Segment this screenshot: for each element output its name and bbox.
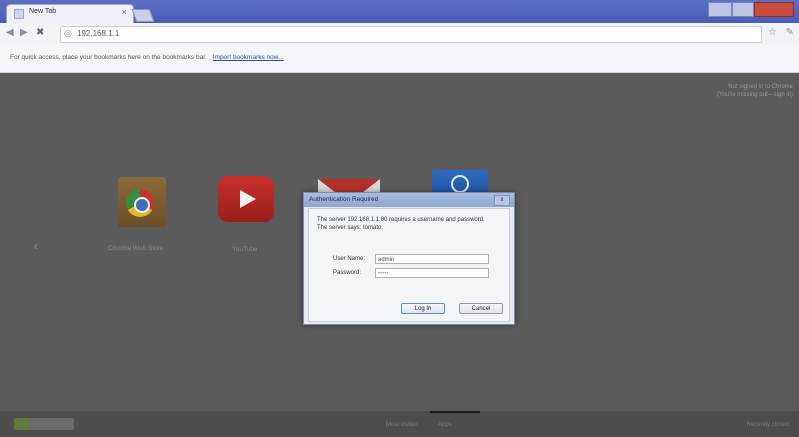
page-icon (14, 9, 24, 19)
sign-in-line-1: Not signed in to Chrome (728, 84, 793, 90)
globe-icon: ◎ (64, 28, 72, 38)
username-field[interactable]: admin (375, 254, 489, 264)
window-controls (708, 2, 794, 17)
address-bar[interactable]: ◎ 192.168.1.1 (60, 26, 762, 43)
minimize-button[interactable] (708, 2, 732, 17)
cancel-button[interactable]: Cancel (459, 303, 503, 314)
play-icon (240, 190, 256, 208)
bookmark-bar-text: For quick access, place your bookmarks h… (10, 54, 207, 61)
app-label: YouTube (232, 246, 258, 253)
dialog-title: Authentication Required (309, 196, 379, 203)
stop-icon[interactable]: ✖ (36, 27, 44, 38)
app-label: Chrome Web Store (108, 245, 164, 252)
apps-tab[interactable]: Apps (438, 422, 452, 428)
toolbar: ◀ ▶ ✖ ◎ 192.168.1.1 ☆ ✎ (0, 23, 799, 46)
forward-icon[interactable]: ▶ (20, 27, 28, 38)
previous-page-arrow-icon[interactable]: ‹ (34, 239, 38, 253)
bookmark-star-icon[interactable]: ☆ (768, 27, 777, 38)
dialog-title-bar[interactable]: Authentication Required x (304, 193, 514, 207)
footer-logo (14, 418, 74, 430)
dialog-close-icon[interactable]: x (494, 195, 510, 206)
back-icon[interactable]: ◀ (6, 27, 14, 38)
sign-in-line-2[interactable]: (You're missing out—sign in) (717, 91, 793, 99)
most-visited-tab[interactable]: Most visited (386, 422, 418, 428)
ring-icon (451, 175, 469, 193)
bookmark-bar: For quick access, place your bookmarks h… (0, 45, 799, 73)
close-window-button[interactable] (754, 2, 794, 17)
dialog-message-line-1: The server 192.168.1.1:80 requires a use… (317, 217, 485, 223)
title-bar: New Tab × (0, 0, 799, 24)
password-field[interactable]: ••••• (375, 268, 489, 278)
sign-in-promo[interactable]: Not signed in to Chrome (You're missing … (717, 83, 793, 99)
wrench-menu-icon[interactable]: ✎ (786, 27, 794, 38)
app-chrome-web-store[interactable]: Chrome Web Store (108, 173, 168, 252)
username-label: User Name: (333, 256, 366, 262)
password-label: Password: (333, 270, 362, 276)
tab-title: New Tab (29, 8, 57, 15)
auth-dialog: Authentication Required x The server 192… (303, 192, 515, 325)
ntp-footer: Most visited Apps Recently closed (0, 411, 799, 437)
import-bookmarks-link[interactable]: Import bookmarks now... (213, 54, 284, 61)
chrome-logo-icon (126, 189, 154, 217)
active-section-indicator (430, 411, 480, 413)
maximize-button[interactable] (732, 2, 754, 17)
url-text[interactable]: 192.168.1.1 (77, 29, 119, 38)
dialog-message-line-2: The server says: tomato. (317, 225, 384, 231)
bookmark-bar-message: For quick access, place your bookmarks h… (10, 54, 284, 61)
login-button[interactable]: Log In (401, 303, 445, 314)
dialog-body: The server 192.168.1.1:80 requires a use… (308, 208, 510, 322)
recently-closed-menu[interactable]: Recently closed (747, 422, 789, 428)
tab-close-icon[interactable]: × (122, 7, 127, 17)
new-tab-button[interactable] (131, 9, 155, 22)
app-youtube[interactable]: YouTube (218, 176, 276, 253)
tab-new-tab[interactable]: New Tab × (6, 4, 134, 24)
